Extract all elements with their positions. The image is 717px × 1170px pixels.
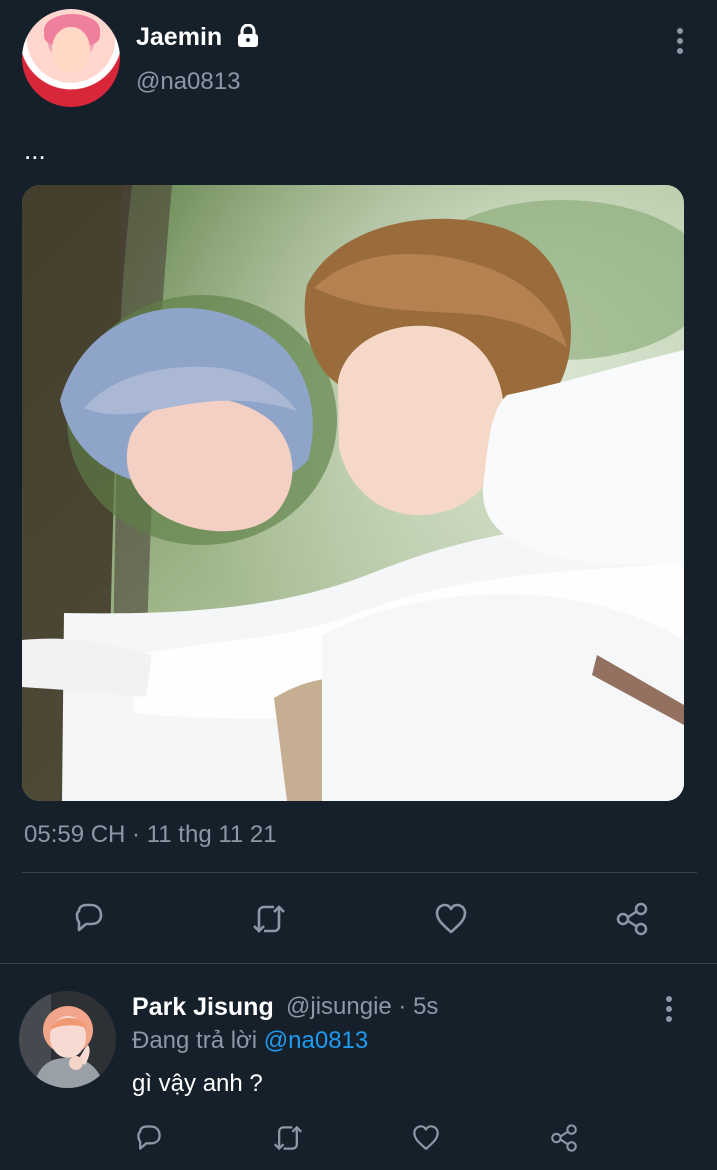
reply-avatar-illustration bbox=[19, 991, 116, 1088]
reply-text: gì vậy anh ? bbox=[132, 1070, 263, 1097]
reply-button[interactable] bbox=[68, 897, 110, 939]
share-icon bbox=[616, 902, 648, 936]
tweet-image[interactable] bbox=[22, 185, 684, 801]
reply-like-button[interactable] bbox=[408, 1120, 444, 1156]
timestamp-divider bbox=[22, 872, 697, 873]
heart-icon bbox=[413, 1125, 439, 1150]
tweet-timestamp[interactable]: 05:59 CH · 11 thg 11 21 bbox=[24, 820, 277, 850]
replying-to: Đang trả lời @na0813 bbox=[132, 1026, 368, 1056]
retweet-button[interactable] bbox=[247, 897, 291, 941]
replying-to-mention[interactable]: @na0813 bbox=[264, 1027, 368, 1054]
avatar-face bbox=[52, 27, 90, 73]
more-options-icon[interactable] bbox=[675, 27, 685, 55]
lock-icon bbox=[238, 24, 258, 47]
reply-share-button[interactable] bbox=[546, 1120, 582, 1156]
reply-reply-button[interactable] bbox=[131, 1120, 167, 1156]
author-handle[interactable]: @na0813 bbox=[136, 67, 240, 97]
photo-illustration bbox=[22, 185, 684, 801]
reply-meta[interactable]: @jisungie · 5s bbox=[286, 992, 438, 1022]
reply-author-avatar[interactable] bbox=[19, 991, 116, 1088]
like-button[interactable] bbox=[429, 897, 473, 941]
share-button[interactable] bbox=[611, 897, 653, 941]
reply-retweet-button[interactable] bbox=[268, 1120, 308, 1156]
tweet-text: ... bbox=[24, 135, 46, 165]
author-avatar[interactable] bbox=[22, 9, 120, 107]
tweet-divider bbox=[0, 963, 717, 964]
retweet-icon bbox=[273, 1125, 303, 1151]
retweet-icon bbox=[253, 905, 285, 933]
reply-author-name[interactable]: Park Jisung bbox=[132, 992, 274, 1022]
comment-icon bbox=[137, 1125, 161, 1150]
replying-prefix: Đang trả lời bbox=[132, 1027, 258, 1054]
share-icon bbox=[551, 1124, 577, 1152]
comment-icon bbox=[75, 903, 103, 932]
reply-more-options-icon[interactable] bbox=[664, 995, 674, 1023]
heart-icon bbox=[435, 903, 467, 934]
author-name[interactable]: Jaemin bbox=[136, 22, 222, 52]
